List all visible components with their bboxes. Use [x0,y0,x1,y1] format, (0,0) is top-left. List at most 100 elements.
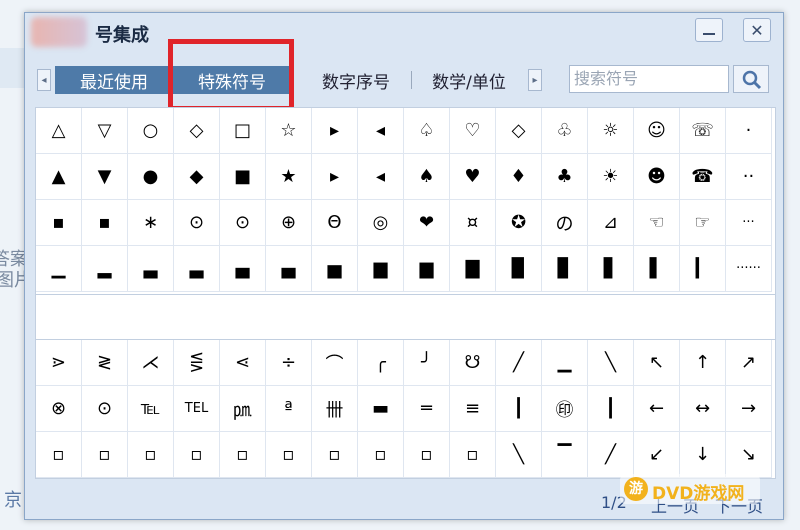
symbol-cell[interactable]: ▲ [36,154,82,200]
symbol-cell[interactable]: ┃ [496,386,542,432]
symbol-cell[interactable]: ▁ [36,246,82,292]
symbol-cell[interactable]: ◇ [174,108,220,154]
symbol-cell[interactable]: ◆ [174,154,220,200]
symbol-cell[interactable]: ☺ [634,108,680,154]
symbol-cell[interactable]: ℡ [128,386,174,432]
symbol-cell[interactable]: ♤ [404,108,450,154]
symbol-cell[interactable]: ◂ [358,154,404,200]
symbol-cell[interactable]: ↓ [680,432,726,478]
symbol-cell[interactable]: ▪ [36,200,82,246]
symbol-cell[interactable]: ▃ [128,246,174,292]
symbol-cell[interactable]: ↔ [680,386,726,432]
symbol-cell[interactable]: ∗ [128,200,174,246]
symbol-cell[interactable]: ▫ [450,432,496,478]
symbol-cell[interactable]: ☞ [680,200,726,246]
tab-math-units[interactable]: 数学/单位 [415,66,523,94]
symbol-cell[interactable]: ▆ [404,246,450,292]
symbol-cell[interactable]: ▇ [450,246,496,292]
symbol-cell[interactable]: · [726,108,772,154]
symbol-cell[interactable]: ⋖ [220,340,266,386]
symbol-cell[interactable]: ☎ [680,154,726,200]
symbol-cell[interactable]: ☜ [634,200,680,246]
symbol-cell[interactable]: ╭ [358,340,404,386]
symbol-cell[interactable]: ÷ [266,340,312,386]
symbol-cell[interactable]: ⋚ [174,340,220,386]
symbol-cell[interactable]: ⊙ [82,386,128,432]
symbol-cell[interactable]: ← [634,386,680,432]
symbol-cell[interactable]: Θ [312,200,358,246]
symbol-cell[interactable]: ⊙ [174,200,220,246]
symbol-cell[interactable]: ★ [266,154,312,200]
symbol-cell[interactable]: ▔ [542,432,588,478]
symbol-cell[interactable]: ⊕ [266,200,312,246]
symbol-cell[interactable]: ▫ [358,432,404,478]
symbol-cell[interactable]: ═ [404,386,450,432]
symbol-cell[interactable]: ☻ [634,154,680,200]
symbol-cell[interactable]: ▫ [312,432,358,478]
symbol-cell[interactable]: ● [128,154,174,200]
symbol-cell[interactable]: ▊ [542,246,588,292]
symbol-cell[interactable]: ♡ [450,108,496,154]
symbol-cell[interactable]: ♥ [450,154,496,200]
symbol-cell[interactable]: ┃ [588,386,634,432]
symbol-cell[interactable]: ↙ [634,432,680,478]
symbol-cell[interactable]: ▋ [588,246,634,292]
search-button[interactable] [733,65,769,93]
symbol-cell[interactable]: ╱ [496,340,542,386]
symbol-cell[interactable]: ⌒ [312,340,358,386]
symbol-cell[interactable]: ▂ [82,246,128,292]
symbol-cell[interactable]: ⋌ [128,340,174,386]
symbol-cell[interactable]: ╲ [588,340,634,386]
symbol-cell[interactable]: ▪ [82,200,128,246]
symbol-cell[interactable]: ╲ [496,432,542,478]
symbol-cell[interactable]: ↗ [726,340,772,386]
symbol-cell[interactable]: ▎ [680,246,726,292]
symbol-cell[interactable]: ⋗ [36,340,82,386]
search-input[interactable]: 搜索符号 [569,65,729,93]
symbol-cell[interactable]: ▼ [82,154,128,200]
symbol-cell[interactable]: ·· [726,154,772,200]
symbol-cell[interactable]: ▫ [404,432,450,478]
symbol-cell[interactable]: ☆ [266,108,312,154]
symbol-cell[interactable]: ▁ [542,340,588,386]
symbol-cell[interactable]: ▫ [128,432,174,478]
tabs-prev-button[interactable]: ◂ [37,69,51,91]
symbol-cell[interactable]: ª [266,386,312,432]
symbol-cell[interactable]: ⊿ [588,200,634,246]
symbol-cell[interactable]: ♧ [542,108,588,154]
symbol-cell[interactable]: ◎ [358,200,404,246]
tabs-next-button[interactable]: ▸ [528,69,542,91]
symbol-cell[interactable]: ㏘ [220,386,266,432]
symbol-cell[interactable]: ☋ [450,340,496,386]
symbol-cell[interactable]: ······ [726,246,772,292]
symbol-cell[interactable]: ▫ [174,432,220,478]
symbol-cell[interactable]: ▫ [36,432,82,478]
symbol-cell[interactable]: ≡ [450,386,496,432]
symbol-cell[interactable]: ↘ [726,432,772,478]
symbol-cell[interactable]: ❤ [404,200,450,246]
symbol-cell[interactable]: ··· [726,200,772,246]
symbol-cell[interactable]: ▅ [312,246,358,292]
symbol-cell[interactable]: ♠ [404,154,450,200]
symbol-cell[interactable]: ▸ [312,108,358,154]
symbol-cell[interactable]: ㊞ [542,386,588,432]
symbol-cell[interactable]: ▃ [174,246,220,292]
symbol-cell[interactable]: ☏ [680,108,726,154]
symbol-cell[interactable]: ▌ [634,246,680,292]
symbol-cell[interactable]: ♦ [496,154,542,200]
symbol-cell[interactable]: ✪ [496,200,542,246]
symbol-cell[interactable]: □ [220,108,266,154]
symbol-cell[interactable]: ▆ [358,246,404,292]
symbol-cell[interactable]: ▄ [220,246,266,292]
symbol-cell[interactable]: ☀ [588,154,634,200]
symbol-cell[interactable]: ▬ [358,386,404,432]
symbol-cell[interactable]: ♣ [542,154,588,200]
symbol-cell[interactable]: ⊙ [220,200,266,246]
title-bar[interactable]: 号集成 ✕ [25,13,783,51]
symbol-cell[interactable]: ↖ [634,340,680,386]
symbol-cell[interactable]: ○ [128,108,174,154]
minimize-button[interactable] [695,18,723,42]
symbol-cell[interactable]: ╯ [404,340,450,386]
symbol-cell[interactable]: ▸ [312,154,358,200]
symbol-cell[interactable]: ▄ [266,246,312,292]
